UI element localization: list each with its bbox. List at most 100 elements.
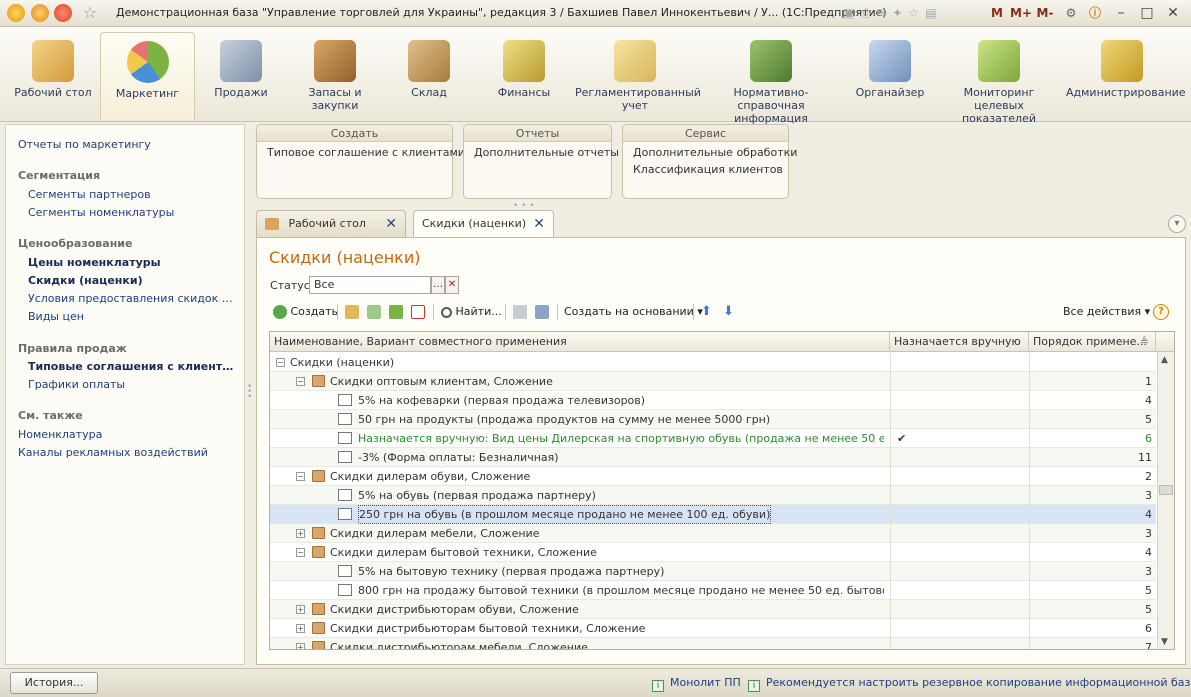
discounts-table[interactable]: Наименование, Вариант совместного примен… [269, 331, 1175, 650]
memory-plus-button[interactable]: M+ [1008, 4, 1034, 22]
status-field[interactable]: Все [309, 276, 431, 294]
table-row-discount[interactable]: 5% на бытовую технику (первая продажа па… [270, 562, 1156, 581]
table-row-group[interactable]: − Скидки (наценки) [270, 353, 1156, 372]
toolbar-tools-icons[interactable]: ▣⎙✉✦☆▤ [813, 4, 973, 22]
close-icon[interactable]: ✕ [533, 216, 545, 232]
create-folder-button[interactable] [345, 302, 359, 322]
table-row-discount[interactable]: 5% на кофеварки (первая продажа телевизо… [270, 391, 1156, 410]
info-icon[interactable]: ⓘ [1086, 4, 1104, 22]
nav-link-nomenclature[interactable]: Номенклатура [18, 428, 102, 441]
nav-item-payment-schedules[interactable]: Графики оплаты [28, 378, 125, 391]
section-marketing[interactable]: Маркетинг [100, 32, 195, 120]
section-warehouse[interactable]: Склад [392, 32, 466, 120]
action-additional-reports[interactable]: Дополнительные отчеты [464, 146, 619, 159]
pie-chart-icon [126, 41, 169, 83]
splitter-handle-vertical[interactable]: • • • [247, 383, 252, 402]
memory-button[interactable]: M [988, 4, 1006, 22]
nav-link-marketing-reports[interactable]: Отчеты по маркетингу [18, 138, 151, 151]
expand-icon[interactable]: + [296, 624, 305, 633]
table-row-discount[interactable]: 800 грн на продажу бытовой техники (в пр… [270, 581, 1156, 600]
edit-button[interactable] [389, 302, 403, 322]
close-circle-icon[interactable] [54, 4, 72, 22]
table-row-group[interactable]: − Скидки оптовым клиентам, Сложение 1 [270, 372, 1156, 391]
nav-link-ad-channels[interactable]: Каналы рекламных воздействий [18, 446, 208, 459]
close-icon[interactable]: ✕ [385, 216, 397, 232]
section-desktop[interactable]: Рабочий стол [14, 32, 92, 120]
section-organizer[interactable]: Органайзер [851, 32, 929, 120]
collapse-icon[interactable]: − [296, 548, 305, 557]
table-row-group[interactable]: + Скидки дистрибьюторам мебели, Сложение 7 [270, 638, 1156, 649]
column-header-name[interactable]: Наименование, Вариант совместного примен… [270, 332, 890, 352]
table-row-discount[interactable]: Назначается вручную: Вид цены Дилерская … [270, 429, 1156, 448]
status-select-button[interactable]: … [431, 276, 445, 294]
nav-item-prices[interactable]: Цены номенклатуры [28, 256, 161, 269]
move-up-button[interactable]: ⬆ [701, 302, 712, 322]
table-row-group[interactable]: + Скидки дилерам мебели, Сложение 3 [270, 524, 1156, 543]
column-header-order[interactable]: Порядок примене... ≜ [1029, 332, 1156, 352]
action-additional-processing[interactable]: Дополнительные обработки [623, 146, 797, 159]
expand-icon[interactable]: + [296, 529, 305, 538]
scroll-down-icon[interactable]: ▼ [1161, 637, 1168, 647]
nav-item-standard-agreements[interactable]: Типовые соглашения с клиента... [28, 360, 236, 373]
collapse-icon[interactable]: − [296, 472, 305, 481]
scroll-up-icon[interactable]: ▲ [1161, 355, 1168, 365]
toolbar-separator [337, 304, 338, 320]
nav-item-price-types[interactable]: Виды цен [28, 310, 84, 323]
action-group-create: Создать Типовое соглашение с клиентами [256, 124, 465, 199]
action-create-agreement[interactable]: Типовое соглашение с клиентами [257, 146, 465, 159]
move-down-button[interactable]: ⬇ [723, 302, 734, 322]
table-row-discount[interactable]: 50 грн на продукты (продажа продуктов на… [270, 410, 1156, 429]
table-row-discount[interactable]: 250 грн на обувь (в прошлом месяце прода… [270, 505, 1156, 524]
help-button[interactable]: ? [1153, 302, 1169, 322]
section-reference-info[interactable]: Нормативно-справочная информация [703, 32, 839, 125]
create-button[interactable]: Создать [273, 302, 338, 322]
main-menu-icon[interactable] [31, 4, 49, 22]
nav-item-discount-conditions[interactable]: Условия предоставления скидок (нац... [28, 292, 236, 305]
history-button[interactable]: История... [10, 672, 98, 694]
expand-icon[interactable]: + [296, 605, 305, 614]
tools-icon[interactable]: ⚙ [1062, 4, 1080, 22]
nav-item-nomenclature-segments[interactable]: Сегменты номенклатуры [28, 206, 174, 219]
table-row-group[interactable]: + Скидки дистрибьюторам бытовой техники, … [270, 619, 1156, 638]
section-monitoring[interactable]: Мониторинг целевых показателей [940, 32, 1058, 125]
action-client-classification[interactable]: Классификация клиентов [623, 163, 788, 176]
section-stock-purchases[interactable]: Запасы и закупки [290, 32, 380, 120]
column-header-manual[interactable]: Назначается вручную [890, 332, 1029, 352]
tab-desktop[interactable]: Рабочий стол ✕ [256, 210, 406, 238]
section-sales[interactable]: Продажи [205, 32, 277, 120]
table-row-discount[interactable]: -3% (Форма оплаты: Безналичная) 11 [270, 448, 1156, 467]
expand-icon[interactable]: + [296, 643, 305, 649]
scroll-thumb[interactable] [1159, 485, 1173, 495]
section-regulated-accounting[interactable]: Регламентированный учет [575, 32, 701, 120]
table-row-group[interactable]: − Скидки дилерам обуви, Сложение 2 [270, 467, 1156, 486]
app-logo-icon[interactable] [7, 4, 25, 22]
favorites-star-icon[interactable]: ☆ [81, 4, 99, 22]
delete-button[interactable] [411, 302, 425, 322]
cancel-search-button[interactable] [513, 302, 527, 322]
section-finance[interactable]: Финансы [486, 32, 562, 120]
vertical-scrollbar[interactable]: ▲ ▼ [1157, 352, 1174, 649]
status-item-backup-notice[interactable]: i Рекомендуется настроить резервное копир… [748, 676, 1191, 692]
copy-button[interactable] [367, 302, 381, 322]
section-administration[interactable]: Администрирование [1066, 32, 1186, 120]
all-actions-button[interactable]: Все действия ▾ [1063, 302, 1150, 322]
table-row-group[interactable]: + Скидки дистрибьюторам обуви, Сложение 5 [270, 600, 1156, 619]
create-based-on-button[interactable]: Создать на основании ▾ [564, 302, 703, 322]
find-button[interactable]: Найти... [441, 302, 502, 322]
list-settings-button[interactable] [535, 302, 549, 322]
table-row-group[interactable]: − Скидки дилерам бытовой техники, Сложени… [270, 543, 1156, 562]
chevron-down-icon[interactable]: ▾ [1168, 215, 1186, 233]
status-item-monolit[interactable]: i Монолит ПП [652, 676, 741, 692]
table-row-discount[interactable]: 5% на обувь (первая продажа партнеру) 3 [270, 486, 1156, 505]
nav-item-partner-segments[interactable]: Сегменты партнеров [28, 188, 151, 201]
tab-discounts[interactable]: Скидки (наценки) ✕ [413, 210, 554, 239]
memory-minus-button[interactable]: M- [1034, 4, 1056, 22]
close-button[interactable]: ✕ [1160, 2, 1186, 24]
collapse-icon[interactable]: − [296, 377, 305, 386]
collapse-icon[interactable]: − [276, 358, 285, 367]
nav-item-discounts[interactable]: Скидки (наценки) [28, 274, 143, 287]
minimize-button[interactable]: – [1108, 2, 1134, 24]
discount-item-icon [338, 508, 352, 520]
maximize-button[interactable]: □ [1134, 2, 1160, 24]
status-clear-button[interactable]: ✕ [445, 276, 459, 294]
